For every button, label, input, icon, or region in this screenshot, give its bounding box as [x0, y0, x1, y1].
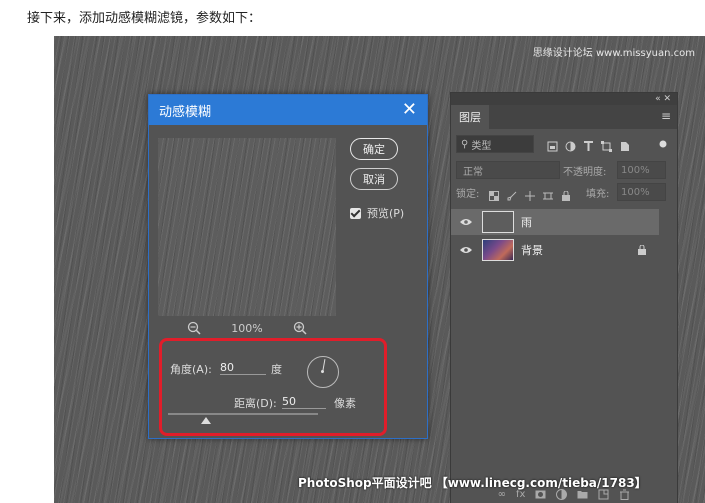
- angle-input[interactable]: 80: [220, 361, 266, 375]
- preview-label: 预览(P): [367, 207, 405, 220]
- filter-toggle-icon[interactable]: [659, 133, 670, 148]
- distance-slider-track[interactable]: [168, 413, 318, 415]
- distance-label: 距离(D):: [234, 397, 277, 410]
- panel-tabs: 图层 ≡: [451, 105, 677, 129]
- fill-label: 填充:: [586, 189, 610, 200]
- layer-name: 雨: [521, 216, 532, 229]
- layer-thumbnail: [482, 211, 514, 233]
- shape-filter-icon[interactable]: [601, 137, 612, 152]
- kind-label: 类型: [471, 140, 492, 152]
- panel-menu-icon[interactable]: ≡: [661, 109, 677, 129]
- filter-kind-select[interactable]: ⚲ 类型: [456, 135, 534, 153]
- opacity-input[interactable]: 100%: [617, 161, 666, 179]
- rain-canvas: 思缘设计论坛 www.missyuan.com 动感模糊 ✕ 确定 取消 预览(…: [54, 36, 705, 503]
- preview-checkbox-row[interactable]: 预览(P): [350, 205, 404, 221]
- filter-preview[interactable]: [158, 138, 336, 316]
- angle-label: 角度(A):: [170, 363, 212, 376]
- zoom-in-icon[interactable]: [293, 321, 307, 335]
- angle-dial[interactable]: [307, 356, 339, 388]
- ok-button[interactable]: 确定: [350, 138, 398, 160]
- zoom-out-icon[interactable]: [187, 321, 201, 335]
- panel-topbar: « ✕: [451, 93, 677, 105]
- lock-move-icon[interactable]: [525, 186, 535, 201]
- layers-panel: « ✕ 图层 ≡ ⚲ 类型 正常 不透明度: 100% 锁定: 填充: 100%…: [450, 92, 678, 503]
- fill-input[interactable]: 100%: [617, 183, 666, 201]
- search-icon: ⚲: [461, 138, 469, 150]
- distance-slider-thumb[interactable]: [201, 417, 211, 424]
- zoom-controls: 100%: [187, 321, 307, 335]
- visibility-eye-icon[interactable]: [460, 246, 472, 254]
- layer-background[interactable]: 背景: [451, 237, 659, 263]
- preview-checkbox[interactable]: [350, 207, 361, 219]
- dial-center: [321, 370, 324, 373]
- pixel-filter-icon[interactable]: [547, 137, 558, 152]
- distance-input[interactable]: 50: [282, 395, 326, 409]
- opacity-label: 不透明度:: [563, 167, 607, 178]
- close-icon[interactable]: ✕: [402, 101, 417, 119]
- lock-all-icon[interactable]: [561, 186, 571, 201]
- visibility-eye-icon[interactable]: [460, 218, 472, 226]
- zoom-level: 100%: [231, 321, 263, 335]
- blur-parameters-highlight: 角度(A): 80 度 距离(D): 50 像素: [159, 338, 387, 436]
- dialog-titlebar: 动感模糊 ✕: [149, 95, 427, 125]
- intro-text: 接下来，添加动感模糊滤镜，参数如下：: [27, 11, 262, 26]
- dialog-title: 动感模糊: [159, 104, 212, 120]
- smart-object-filter-icon[interactable]: [619, 137, 630, 151]
- distance-unit: 像素: [334, 397, 356, 410]
- lock-artboard-icon[interactable]: [543, 186, 553, 200]
- type-filter-icon[interactable]: [583, 137, 594, 151]
- motion-blur-dialog: 动感模糊 ✕ 确定 取消 预览(P) 100% 角度(A): 80 度 距离(D…: [148, 94, 428, 439]
- layer-name: 背景: [521, 244, 543, 257]
- layer-lock-icon: [638, 245, 646, 255]
- lock-paint-icon[interactable]: [507, 186, 517, 201]
- lock-label: 锁定:: [456, 189, 480, 200]
- lock-transparent-icon[interactable]: [489, 186, 499, 201]
- layer-rain[interactable]: 雨: [451, 209, 659, 235]
- watermark-bottom: PhotoShop平面设计吧 【www.linecg.com/tieba/178…: [298, 476, 647, 490]
- collapse-close-icons[interactable]: « ✕: [655, 94, 671, 104]
- blend-mode-select[interactable]: 正常: [456, 161, 560, 179]
- angle-unit: 度: [271, 363, 282, 376]
- layer-thumbnail: [482, 239, 514, 261]
- adjustment-filter-icon[interactable]: [565, 137, 576, 152]
- watermark-top: 思缘设计论坛 www.missyuan.com: [532, 48, 695, 59]
- cancel-button[interactable]: 取消: [350, 168, 398, 190]
- tab-layers[interactable]: 图层: [451, 105, 489, 129]
